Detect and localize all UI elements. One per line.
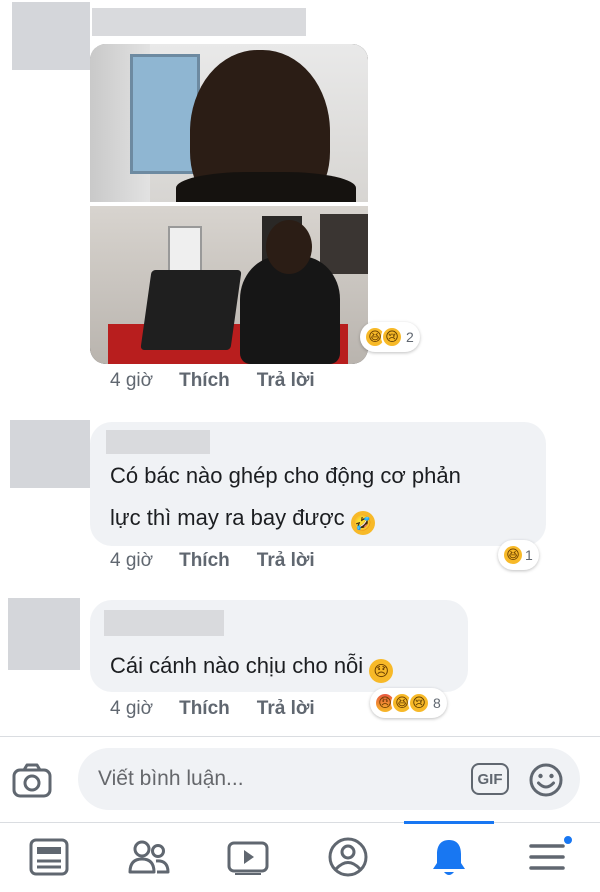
sad-reaction-icon: 😢: [381, 326, 403, 348]
commenter-name[interactable]: [104, 610, 224, 636]
reply-button[interactable]: Trả lời: [257, 698, 315, 720]
nav-profile[interactable]: [323, 832, 373, 882]
reaction-summary[interactable]: 😆 😢 2: [360, 322, 420, 352]
rofl-emoji-icon: 🤣: [350, 511, 375, 535]
reaction-summary[interactable]: 😆 1: [498, 540, 539, 570]
friends-icon: [128, 840, 170, 874]
camera-button[interactable]: [12, 760, 52, 800]
avatar[interactable]: [8, 598, 80, 670]
nav-news-feed[interactable]: [24, 832, 74, 882]
menu-badge: [562, 834, 574, 846]
comment-text-line: lực thì may ra bay được 🤣: [110, 498, 375, 538]
comment-actions: 4 giờ Thích Trả lời: [110, 370, 342, 392]
haha-reaction-icon: 😆: [502, 544, 524, 566]
like-button[interactable]: Thích: [179, 370, 230, 392]
nav-active-indicator: [404, 821, 494, 824]
camera-icon: [12, 763, 52, 798]
comment-actions: 4 giờ Thích Trả lời: [110, 550, 342, 572]
gif-button[interactable]: GIF: [471, 763, 509, 795]
commenter-name[interactable]: [92, 8, 306, 36]
composer-divider: [0, 736, 600, 737]
comment-time[interactable]: 4 giờ: [110, 370, 153, 392]
nav-notifications[interactable]: [424, 832, 474, 882]
profile-icon: [328, 837, 368, 877]
gif-icon: GIF: [477, 770, 503, 788]
photo-panel-bottom: [90, 206, 368, 364]
notifications-icon: [433, 840, 465, 875]
comment-text-line: Có bác nào ghép cho động cơ phản: [110, 463, 461, 488]
disappointed-emoji-icon: 😞: [369, 659, 394, 683]
menu-icon: [529, 844, 565, 870]
like-button[interactable]: Thích: [179, 698, 230, 720]
comment-actions: 4 giờ Thích Trả lời: [110, 698, 342, 720]
emoji-button[interactable]: [528, 762, 564, 798]
reply-button[interactable]: Trả lời: [257, 370, 315, 392]
comment-text-line: Cái cánh nào chịu cho nỗi 😞: [110, 646, 394, 686]
reaction-count: 8: [433, 695, 441, 711]
commenter-name[interactable]: [106, 430, 210, 454]
news-feed-icon: [29, 838, 69, 876]
reaction-count: 2: [406, 329, 414, 345]
nav-watch[interactable]: [223, 832, 273, 882]
nav-friends[interactable]: [124, 832, 174, 882]
comment-photo[interactable]: [90, 44, 368, 364]
like-button[interactable]: Thích: [179, 550, 230, 572]
photo-panel-top: [90, 44, 368, 220]
sad-reaction-icon: 😢: [408, 692, 430, 714]
emoji-icon: [529, 763, 563, 797]
reply-button[interactable]: Trả lời: [257, 550, 315, 572]
comment-time[interactable]: 4 giờ: [110, 550, 153, 572]
avatar[interactable]: [10, 420, 90, 488]
watch-icon: [227, 841, 269, 875]
avatar[interactable]: [12, 2, 90, 70]
reaction-summary[interactable]: 😠 😆 😢 8: [370, 688, 447, 718]
nav-divider: [0, 822, 600, 823]
reaction-count: 1: [525, 547, 533, 563]
comment-time[interactable]: 4 giờ: [110, 698, 153, 720]
